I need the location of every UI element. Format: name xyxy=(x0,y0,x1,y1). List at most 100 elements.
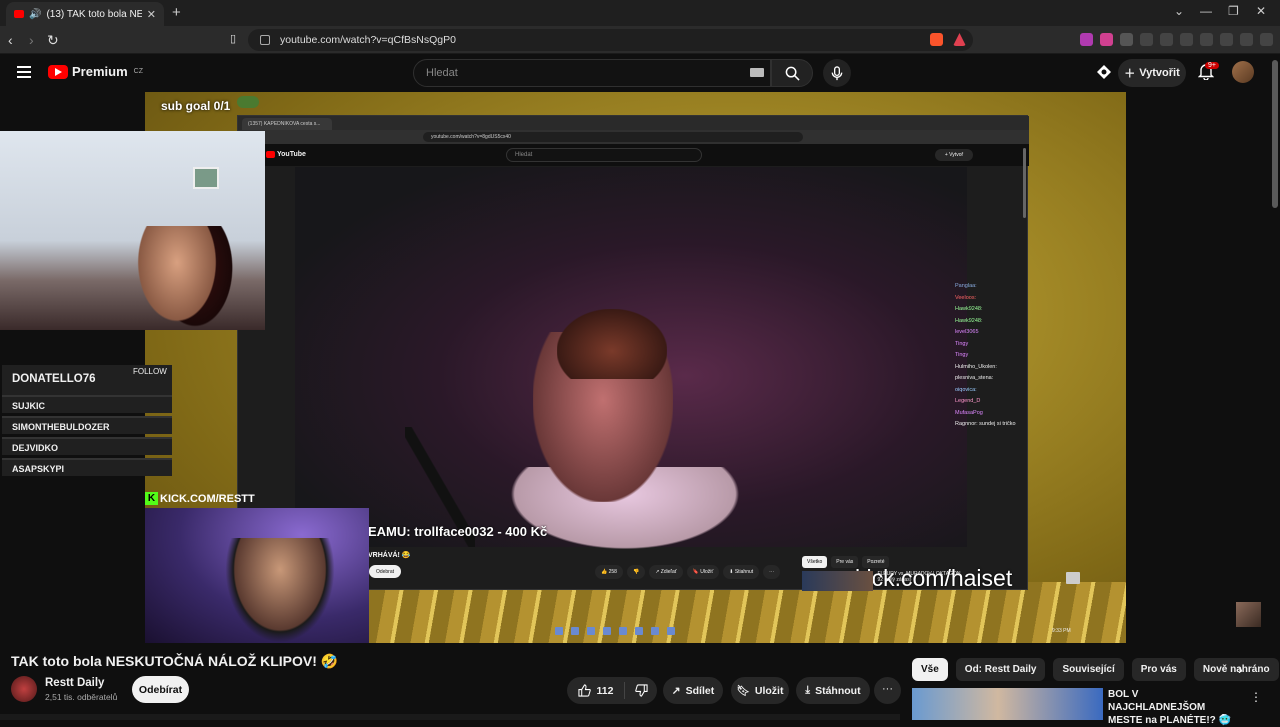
inner-scrollbar xyxy=(1023,148,1026,218)
more-actions-button[interactable]: ··· xyxy=(874,677,901,704)
inner-search: Hledat xyxy=(506,148,702,162)
maximize-button[interactable]: ❐ xyxy=(1228,4,1239,18)
search-button[interactable] xyxy=(771,59,813,87)
channel-avatar[interactable] xyxy=(11,676,37,702)
reload-icon[interactable]: ↻ xyxy=(47,32,59,49)
minimize-button[interactable]: — xyxy=(1200,4,1212,18)
chat-message: Hawk9248: xyxy=(955,306,983,312)
follower-row: SIMONTHEBULDOZER xyxy=(2,416,172,434)
chevron-right-icon[interactable]: › xyxy=(1238,661,1243,677)
inner-action: 👍 258 xyxy=(595,565,623,579)
inner-recommendation: FLEURY vs. MURADOV | OKTAGON 92 (celý zá… xyxy=(802,571,962,591)
brave-shield-icon[interactable] xyxy=(930,33,943,46)
search-input[interactable]: Hledat xyxy=(413,59,771,87)
tab-strip: 🔊 (13) TAK toto bola NESKUTOČ ✕ + ⌄ — ❐ … xyxy=(0,0,1280,26)
chat-message: Ragnnor: sundej si tričko xyxy=(955,421,1016,427)
chat-message: Legend_D xyxy=(955,398,981,404)
chat-message: Hulmiho_Ukolen: xyxy=(955,363,997,370)
voice-search-button[interactable] xyxy=(823,59,851,87)
menu-icon[interactable] xyxy=(1260,33,1273,46)
inner-stream-video: kick.com/haiset xyxy=(295,167,1080,591)
dislike-button[interactable] xyxy=(625,684,657,697)
account-avatar[interactable] xyxy=(1232,61,1254,83)
inner-address-row: youtube.com/watch?v=8gdUS5cx40 xyxy=(238,130,1029,144)
wallet-icon[interactable] xyxy=(1200,33,1213,46)
extension-pink-icon[interactable] xyxy=(1100,33,1113,46)
keyboard-icon[interactable] xyxy=(750,68,764,77)
share-icon: ↗ xyxy=(671,684,681,697)
save-button[interactable]: 🔖︎ Uložit xyxy=(731,677,789,704)
youtube-premium-logo[interactable]: Premium CZ xyxy=(48,64,143,79)
kick-overlay: K KICK.COM/RESTT xyxy=(145,492,255,505)
close-tab-icon[interactable]: ✕ xyxy=(147,8,156,21)
recommendation-menu-icon[interactable]: ⋮ xyxy=(1250,690,1262,704)
page-scrollbar[interactable] xyxy=(1272,60,1278,208)
side-thumbnail[interactable] xyxy=(1236,602,1261,627)
forward-icon[interactable]: › xyxy=(29,32,34,48)
brand-label: Premium xyxy=(72,64,128,79)
chip-related[interactable]: Související xyxy=(1053,658,1124,681)
inner-tab-strip: (1357) KAPEDNIKOVA cesta s... xyxy=(238,116,1029,130)
address-bar-row: ‹ › ↻ ▯ youtube.com/watch?v=qCfBsNsQgP0 xyxy=(0,26,1280,54)
webcam-person xyxy=(132,226,222,330)
sidebar-icon[interactable] xyxy=(1180,33,1193,46)
kick-label: KICK.COM/RESTT xyxy=(160,492,255,505)
studio-icon[interactable] xyxy=(1096,64,1112,85)
extension-italic-icon[interactable] xyxy=(1120,33,1133,46)
inner-youtube-logo: YouTube xyxy=(266,151,306,158)
wall-picture xyxy=(193,167,219,189)
site-info-icon[interactable] xyxy=(260,35,270,45)
subscriber-count: 2,51 tis. odběratelů xyxy=(45,692,118,702)
inner-subscribe: Odebrat xyxy=(369,565,401,578)
bottom-divider xyxy=(0,714,900,720)
download-label: Stáhnout xyxy=(815,684,861,697)
follower-row: ASAPSKYPI xyxy=(2,458,172,476)
close-window-button[interactable]: ✕ xyxy=(1256,4,1266,18)
channel-name[interactable]: Restt Daily xyxy=(45,677,104,689)
share-label: Sdílet xyxy=(685,684,715,697)
sidebar-chip-bar: Vše Od: Restt Daily Související Pro vás … xyxy=(912,658,1279,681)
tab-search-button[interactable]: ⌄ xyxy=(1174,4,1184,18)
inner-chip: Všetko xyxy=(802,556,828,568)
inner-url: youtube.com/watch?v=8gdUS5cx40 xyxy=(423,132,803,142)
subscribe-button[interactable]: Odebírat xyxy=(132,676,189,703)
back-icon[interactable]: ‹ xyxy=(8,32,13,48)
plus-icon: ＋ xyxy=(1124,68,1136,80)
extension-purple-icon[interactable] xyxy=(1080,33,1093,46)
region-label: CZ xyxy=(133,68,143,75)
inner-rec-title: FLEURY vs. MURADOV | OKTAGON 92 (celý zá… xyxy=(877,571,961,583)
inner-create: + Vytvoř xyxy=(935,149,973,161)
speaker-icon[interactable]: 🔊 xyxy=(29,9,41,20)
download-button[interactable]: ⤓ Stáhnout xyxy=(796,677,870,704)
hamburger-menu-icon[interactable] xyxy=(17,66,31,81)
tab-title: (13) TAK toto bola NESKUTOČ xyxy=(46,8,142,20)
browser-tab[interactable]: 🔊 (13) TAK toto bola NESKUTOČ ✕ xyxy=(6,2,164,26)
inner-chip: Pre vás xyxy=(831,556,859,568)
webcam-overlay-top xyxy=(0,131,265,330)
new-tab-button[interactable]: + xyxy=(172,4,181,21)
extensions-puzzle-icon[interactable] xyxy=(1140,33,1153,46)
chip-all[interactable]: Vše xyxy=(912,658,948,681)
recommendation-title[interactable]: BOL V NAJCHLADNEJŠOM MESTE na PLANÉTE!? … xyxy=(1108,688,1238,727)
leo-ai-icon[interactable] xyxy=(1220,33,1233,46)
youtube-favicon-icon xyxy=(14,10,24,18)
chip-recently-uploaded[interactable]: Nově nahráno xyxy=(1193,658,1279,681)
follower-row: SUJKIC xyxy=(2,395,172,413)
chip-from-channel[interactable]: Od: Restt Daily xyxy=(955,658,1046,681)
create-button[interactable]: ＋ Vytvořit xyxy=(1118,59,1186,87)
url-field[interactable]: youtube.com/watch?v=qCfBsNsQgP0 xyxy=(248,29,973,51)
bookmark-save-icon: 🔖︎ xyxy=(736,685,750,697)
chat-message: level3065 xyxy=(955,329,979,335)
microphone-icon xyxy=(831,65,843,80)
like-button[interactable]: 112 xyxy=(567,682,625,699)
share-button[interactable]: ↗ Sdílet xyxy=(663,677,723,704)
vpn-shield-icon[interactable] xyxy=(1240,33,1253,46)
youtube-header: Premium CZ Hledat ＋ Vytvořit 9+ xyxy=(0,54,1280,92)
create-label: Vytvořit xyxy=(1139,67,1180,79)
recommendation-thumbnail[interactable] xyxy=(912,688,1103,720)
notification-badge: 9+ xyxy=(1205,62,1219,69)
chip-for-you[interactable]: Pro vás xyxy=(1131,658,1186,681)
chat-message: oiqovica: xyxy=(955,386,977,393)
media-icon[interactable] xyxy=(1160,33,1173,46)
bookmark-icon[interactable]: ▯ xyxy=(230,32,236,45)
